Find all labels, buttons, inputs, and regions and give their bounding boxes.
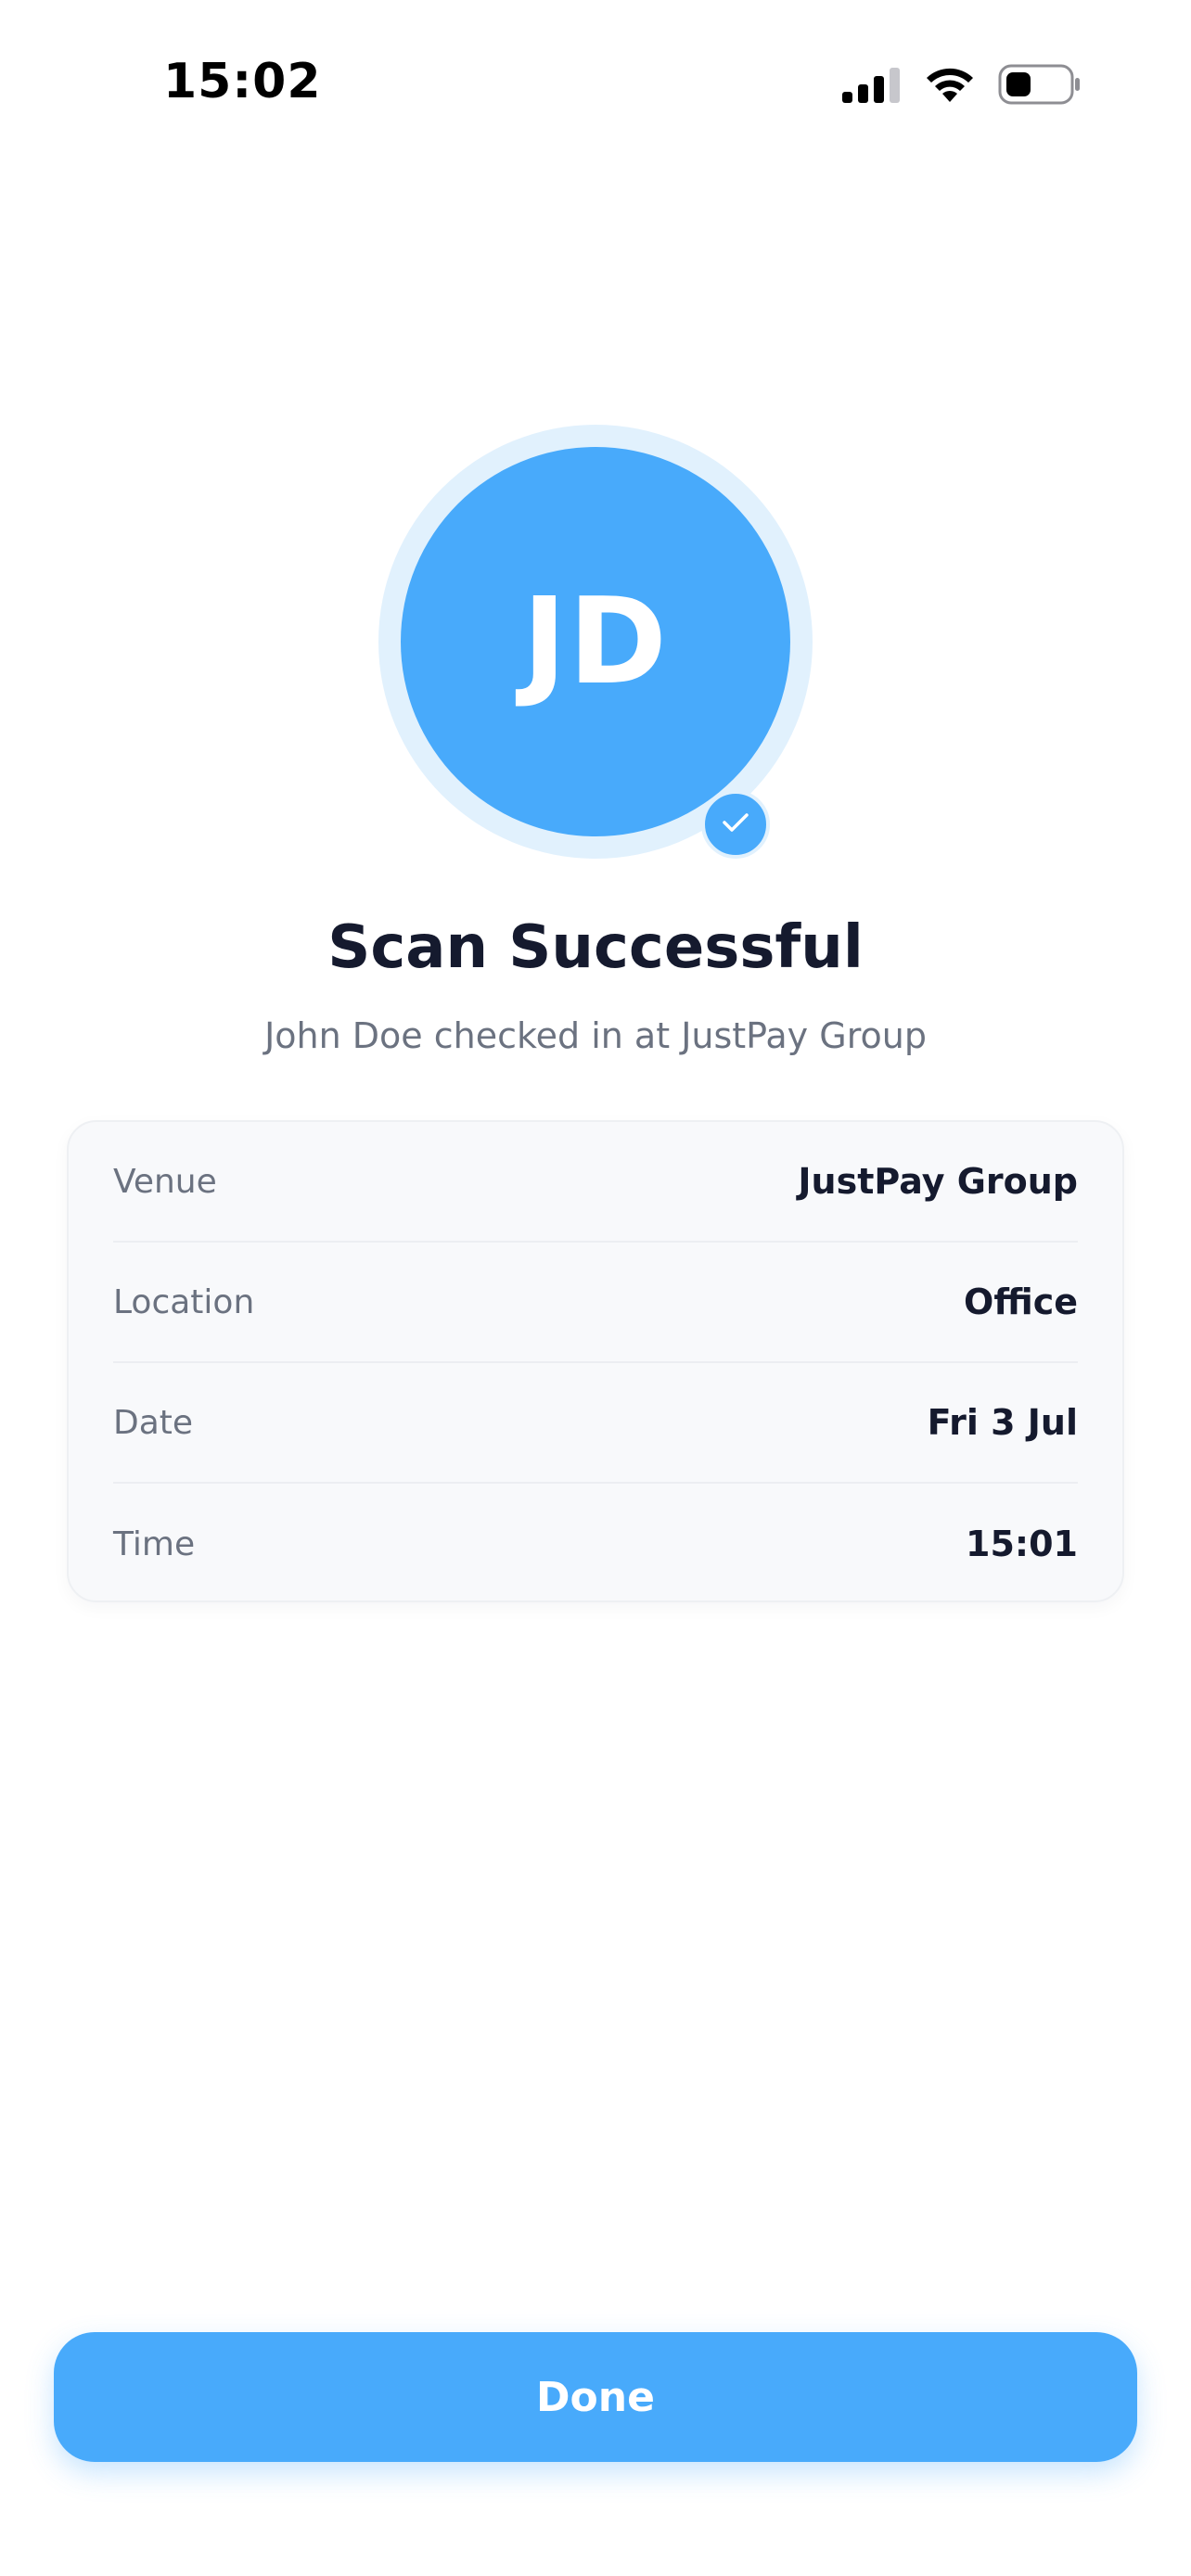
detail-row-time: Time 15:01 <box>113 1484 1078 1604</box>
avatar: JD <box>401 447 790 836</box>
detail-label: Venue <box>113 1162 217 1201</box>
battery-icon <box>998 64 1082 108</box>
detail-label: Location <box>113 1282 255 1321</box>
done-button-label: Done <box>536 2373 655 2421</box>
cellular-signal-icon <box>842 66 902 107</box>
page-subtitle: John Doe checked in at JustPay Group <box>264 1015 927 1056</box>
checkmark-icon <box>722 811 749 837</box>
wifi-icon <box>924 65 976 108</box>
detail-value: 15:01 <box>966 1524 1078 1564</box>
detail-label: Date <box>113 1403 194 1442</box>
status-bar: 15:02 <box>0 0 1191 176</box>
detail-row-venue: Venue JustPay Group <box>113 1122 1078 1243</box>
detail-label: Time <box>113 1524 196 1563</box>
status-icons <box>842 63 1082 109</box>
detail-row-date: Date Fri 3 Jul <box>113 1363 1078 1484</box>
page-title: Scan Successful <box>327 913 864 982</box>
detail-value: Fri 3 Jul <box>927 1402 1078 1443</box>
success-badge <box>701 790 770 859</box>
done-button[interactable]: Done <box>54 2332 1137 2462</box>
detail-row-location: Location Office <box>113 1243 1078 1363</box>
checkin-details-card: Venue JustPay Group Location Office Date… <box>67 1120 1124 1602</box>
status-time: 15:02 <box>163 54 322 109</box>
avatar-initials: JD <box>522 572 669 711</box>
detail-value: Office <box>964 1282 1078 1322</box>
detail-value: JustPay Group <box>798 1161 1078 1202</box>
